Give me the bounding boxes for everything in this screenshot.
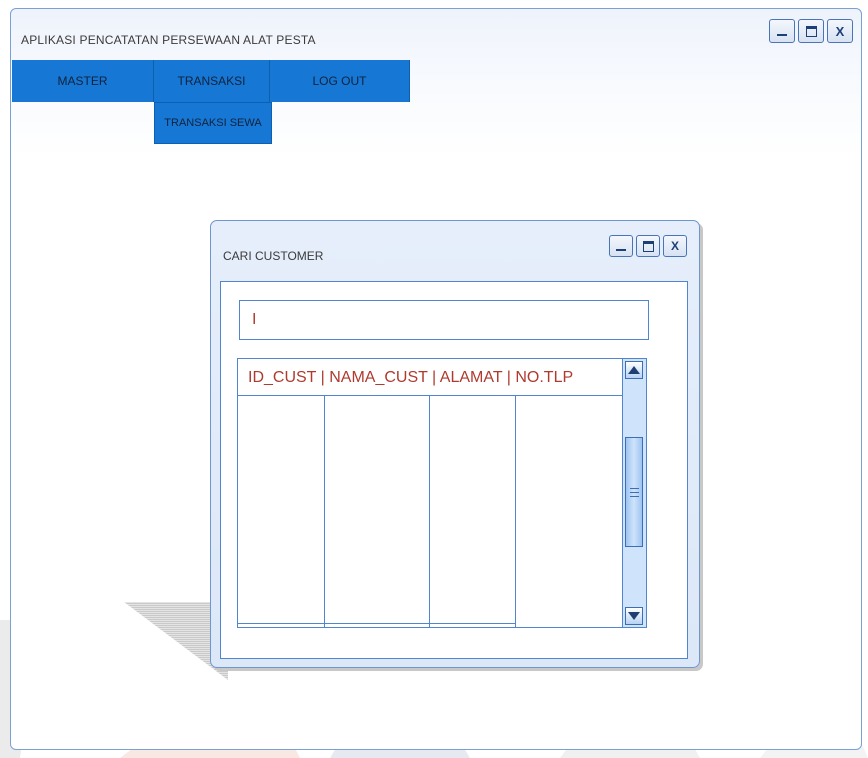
scroll-down-button[interactable] bbox=[625, 607, 643, 625]
maximize-icon bbox=[642, 240, 654, 252]
arrow-up-icon bbox=[628, 366, 640, 374]
scroll-up-button[interactable] bbox=[625, 361, 643, 379]
customer-table-header: ID_CUST | NAMA_CUST | ALAMAT | NO.TLP bbox=[248, 369, 574, 386]
table-header-divider bbox=[238, 395, 622, 396]
column-divider bbox=[515, 396, 516, 628]
close-icon: X bbox=[835, 23, 845, 39]
table-vertical-scrollbar[interactable] bbox=[622, 359, 646, 627]
minimize-button[interactable] bbox=[769, 19, 795, 43]
column-divider bbox=[324, 396, 325, 628]
close-icon: X bbox=[670, 239, 679, 253]
customer-search-input[interactable]: I bbox=[239, 300, 649, 340]
app-title: APLIKASI PENCATATAN PERSEWAAN ALAT PESTA bbox=[21, 33, 316, 47]
grip-icon bbox=[629, 487, 639, 497]
column-divider bbox=[429, 396, 430, 628]
scroll-thumb[interactable] bbox=[625, 437, 643, 547]
menu-item-logout[interactable]: LOG OUT bbox=[270, 60, 410, 102]
dialog-window-controls: X bbox=[609, 235, 687, 257]
dialog-minimize-button[interactable] bbox=[609, 235, 633, 257]
dialog-title: CARI CUSTOMER bbox=[223, 249, 324, 263]
cari-customer-dialog: CARI CUSTOMER X I ID_CUST | NAMA_CUST | … bbox=[210, 220, 700, 668]
dialog-maximize-button[interactable] bbox=[636, 235, 660, 257]
close-button[interactable]: X bbox=[827, 19, 853, 43]
dialog-close-button[interactable]: X bbox=[663, 235, 687, 257]
table-bottom-line bbox=[238, 623, 516, 624]
maximize-icon bbox=[805, 25, 817, 37]
customer-table[interactable]: ID_CUST | NAMA_CUST | ALAMAT | NO.TLP bbox=[237, 358, 647, 628]
maximize-button[interactable] bbox=[798, 19, 824, 43]
menu-bar: MASTER TRANSAKSI LOG OUT bbox=[12, 60, 410, 102]
minimize-icon bbox=[777, 34, 787, 36]
menu-item-master[interactable]: MASTER bbox=[12, 60, 154, 102]
main-window-controls: X bbox=[769, 19, 853, 43]
minimize-icon bbox=[616, 249, 626, 251]
submenu-item-transaksi-sewa[interactable]: TRANSAKSI SEWA bbox=[154, 102, 272, 144]
dialog-content-panel: I ID_CUST | NAMA_CUST | ALAMAT | NO.TLP bbox=[220, 281, 688, 659]
arrow-down-icon bbox=[628, 612, 640, 620]
menu-item-transaksi[interactable]: TRANSAKSI bbox=[154, 60, 270, 102]
